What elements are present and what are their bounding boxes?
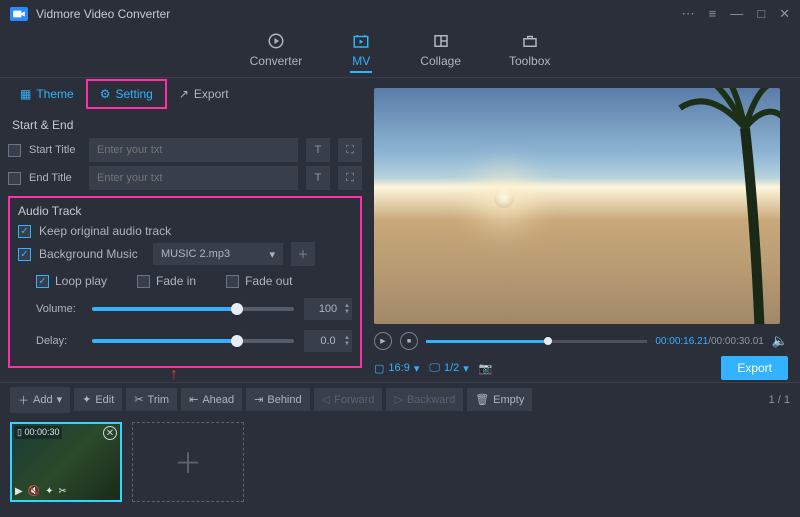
menu-icon[interactable]: ≡ bbox=[709, 6, 717, 22]
aspect-select[interactable]: ▢ 16:9 ▾ bbox=[374, 362, 419, 375]
tab-toolbox[interactable]: Toolbox bbox=[509, 32, 550, 73]
clips-area: ▯ 00:00:30 ✕ ▶ 🔇 ✦ ✂ ＋ bbox=[0, 416, 800, 516]
main-tabs: Converter MV Collage Toolbox bbox=[0, 28, 800, 78]
settings-tabs: ▦Theme ⚙Setting ↗Export bbox=[8, 78, 362, 110]
bg-music-select[interactable]: MUSIC 2.mp3▾ bbox=[153, 243, 283, 265]
tab-setting[interactable]: ⚙Setting bbox=[86, 79, 167, 109]
empty-button[interactable]: 🗑 Empty bbox=[467, 388, 532, 411]
tab-mv[interactable]: MV bbox=[350, 32, 372, 73]
start-end-label: Start & End bbox=[12, 118, 362, 132]
delay-label: Delay: bbox=[36, 335, 82, 347]
feedback-icon[interactable]: ⋯ bbox=[682, 6, 695, 22]
end-title-row: End Title T ⛶ bbox=[8, 166, 362, 190]
forward-button[interactable]: ◁ Forward bbox=[314, 388, 383, 411]
volume-slider[interactable] bbox=[92, 307, 294, 311]
backward-button[interactable]: ▷ Backward bbox=[386, 388, 463, 411]
delay-slider[interactable] bbox=[92, 339, 294, 343]
volume-spinner[interactable]: 100▲▼ bbox=[304, 298, 352, 320]
clip-mute-icon[interactable]: 🔇 bbox=[28, 486, 40, 497]
clip-thumbnail[interactable]: ▯ 00:00:30 ✕ ▶ 🔇 ✦ ✂ bbox=[10, 422, 122, 502]
start-title-row: Start Title T ⛶ bbox=[8, 138, 362, 162]
add-clip-button[interactable]: ＋ bbox=[132, 422, 244, 502]
zoom-select[interactable]: 🖵 1/2 ▾ bbox=[429, 362, 468, 375]
tab-theme[interactable]: ▦Theme bbox=[8, 81, 86, 107]
fadein-checkbox[interactable] bbox=[137, 275, 150, 288]
chevron-down-icon: ▾ bbox=[269, 248, 275, 261]
stop-button[interactable]: ■ bbox=[400, 332, 418, 350]
start-title-expand-button[interactable]: ⛶ bbox=[338, 138, 362, 162]
start-title-checkbox[interactable] bbox=[8, 144, 21, 157]
end-title-input[interactable] bbox=[89, 166, 298, 190]
edit-button[interactable]: ✦ Edit bbox=[74, 388, 122, 411]
start-title-font-button[interactable]: T bbox=[306, 138, 330, 162]
grid-icon: ▦ bbox=[20, 87, 31, 101]
close-icon[interactable]: ✕ bbox=[779, 6, 790, 22]
timecode: 00:00:16.21/00:00:30.01 bbox=[655, 336, 763, 347]
main-area: ▦Theme ⚙Setting ↗Export Start & End Star… bbox=[0, 78, 800, 382]
clip-edit-icon[interactable]: ✦ bbox=[45, 486, 53, 497]
maximize-icon[interactable]: □ bbox=[757, 6, 765, 22]
add-button[interactable]: ＋ Add ▾ bbox=[10, 387, 70, 413]
audio-track-label: Audio Track bbox=[18, 204, 352, 218]
bg-music-checkbox[interactable] bbox=[18, 248, 31, 261]
end-title-font-button[interactable]: T bbox=[306, 166, 330, 190]
titlebar: Vidmore Video Converter ⋯ ≡ — □ ✕ bbox=[0, 0, 800, 28]
end-title-label: End Title bbox=[29, 172, 81, 184]
start-title-input[interactable] bbox=[89, 138, 298, 162]
clip-remove-button[interactable]: ✕ bbox=[103, 426, 117, 440]
volume-icon[interactable]: 🔈 bbox=[772, 333, 788, 349]
annotation-arrow-icon: ↑ bbox=[170, 366, 178, 384]
fadeout-checkbox[interactable] bbox=[226, 275, 239, 288]
tab-export[interactable]: ↗Export bbox=[167, 81, 241, 107]
tab-converter[interactable]: Converter bbox=[250, 32, 303, 73]
volume-label: Volume: bbox=[36, 303, 82, 315]
play-button[interactable]: ▶ bbox=[374, 332, 392, 350]
bg-music-label: Background Music bbox=[39, 247, 145, 261]
app-title: Vidmore Video Converter bbox=[36, 7, 682, 21]
keep-audio-label: Keep original audio track bbox=[39, 224, 171, 238]
delay-spinner[interactable]: 0.0▲▼ bbox=[304, 330, 352, 352]
clip-duration: ▯ 00:00:30 bbox=[15, 426, 62, 439]
app-logo-icon bbox=[10, 7, 28, 21]
trim-button[interactable]: ✂ Trim bbox=[126, 388, 177, 411]
export-button[interactable]: Export bbox=[721, 356, 788, 380]
pager: 1 / 1 bbox=[769, 394, 790, 406]
playback-bar: ▶ ■ 00:00:16.21/00:00:30.01 🔈 bbox=[374, 332, 788, 350]
tab-collage[interactable]: Collage bbox=[420, 32, 461, 73]
preview-panel: ▶ ■ 00:00:16.21/00:00:30.01 🔈 ▢ 16:9 ▾ 🖵… bbox=[370, 78, 800, 382]
start-title-label: Start Title bbox=[29, 144, 81, 156]
clip-icons: ▶ 🔇 ✦ ✂ bbox=[15, 486, 67, 497]
add-music-button[interactable]: ＋ bbox=[291, 242, 315, 266]
export-icon: ↗ bbox=[179, 87, 189, 101]
preview-video[interactable] bbox=[374, 88, 780, 324]
clip-toolbar: ＋ Add ▾ ✦ Edit ✂ Trim ⇤ Ahead ⇥ Behind ◁… bbox=[0, 382, 800, 416]
snapshot-button[interactable]: 📷 bbox=[479, 362, 493, 375]
minimize-icon[interactable]: — bbox=[730, 6, 743, 22]
gear-icon: ⚙ bbox=[100, 87, 111, 101]
clip-trim-icon[interactable]: ✂ bbox=[59, 486, 67, 497]
preview-controls: ▢ 16:9 ▾ 🖵 1/2 ▾ 📷 Export bbox=[374, 356, 788, 380]
end-title-checkbox[interactable] bbox=[8, 172, 21, 185]
settings-panel: ▦Theme ⚙Setting ↗Export Start & End Star… bbox=[0, 78, 370, 382]
ahead-button[interactable]: ⇤ Ahead bbox=[181, 388, 242, 411]
keep-audio-checkbox[interactable] bbox=[18, 225, 31, 238]
clip-play-icon[interactable]: ▶ bbox=[15, 486, 23, 497]
behind-button[interactable]: ⇥ Behind bbox=[246, 388, 309, 411]
end-title-expand-button[interactable]: ⛶ bbox=[338, 166, 362, 190]
loop-checkbox[interactable] bbox=[36, 275, 49, 288]
audio-track-section: Audio Track Keep original audio track Ba… bbox=[8, 196, 362, 368]
seek-slider[interactable] bbox=[426, 340, 647, 343]
